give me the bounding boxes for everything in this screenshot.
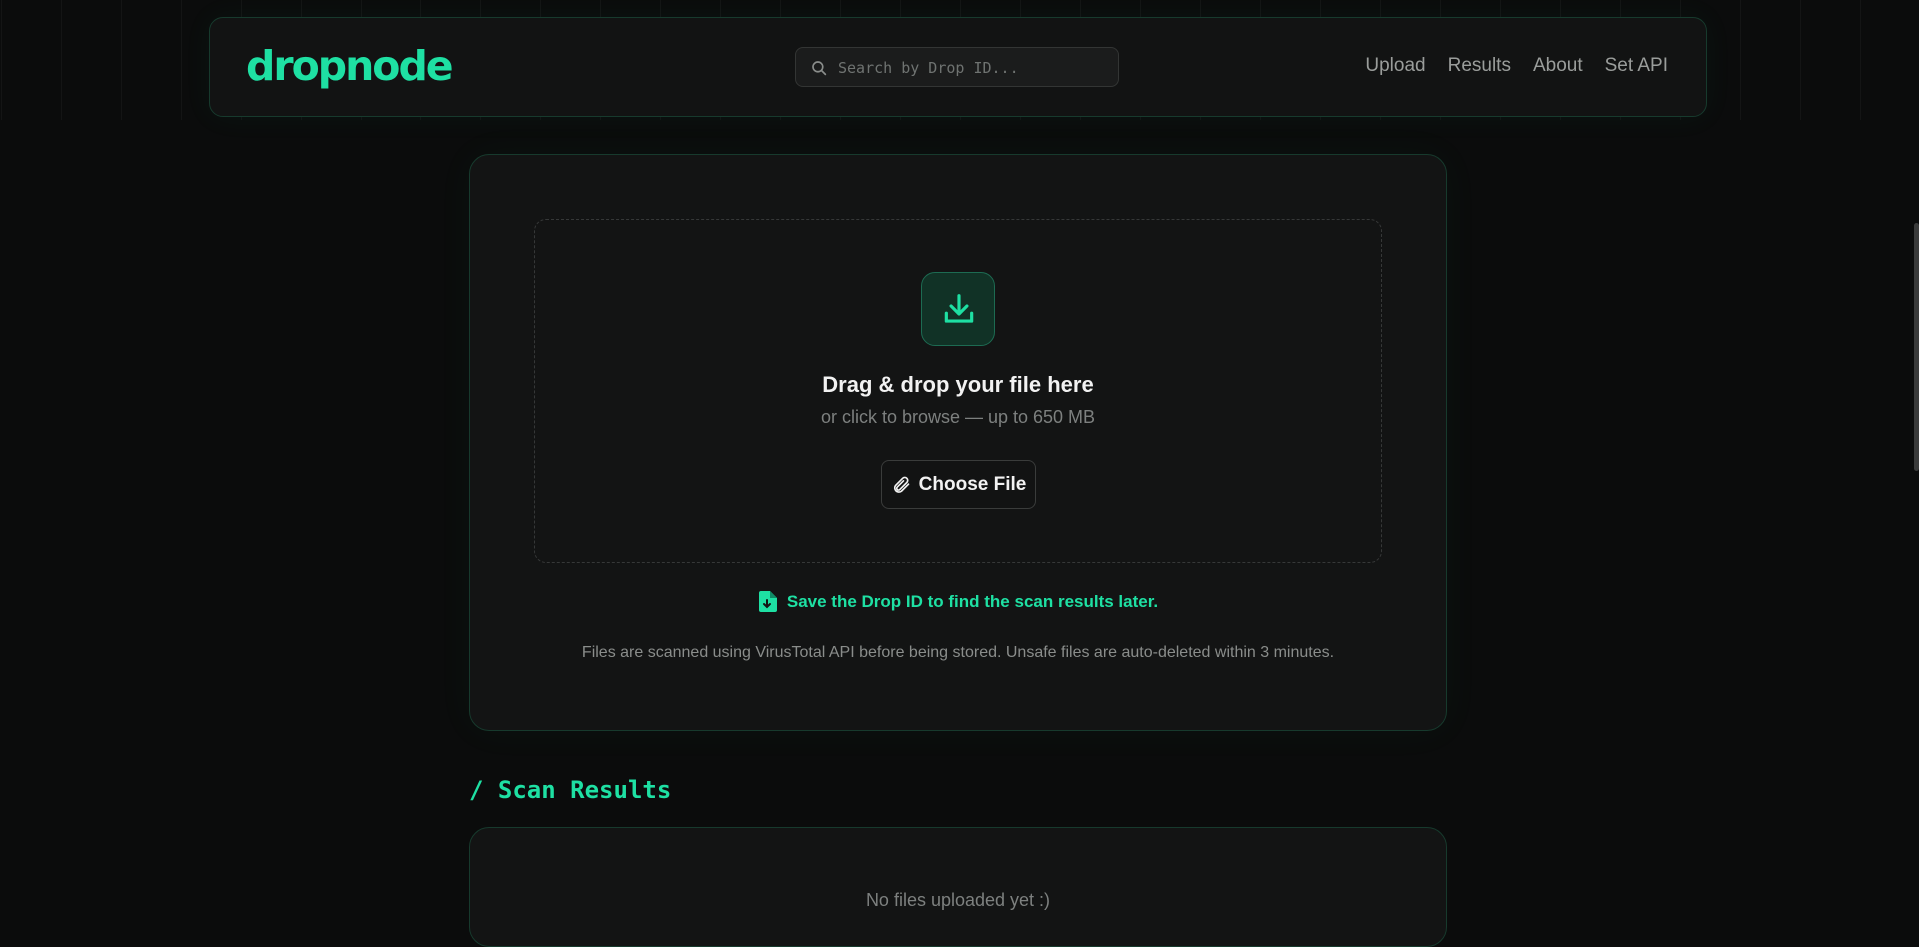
download-icon-box (921, 272, 995, 346)
scrollbar-thumb[interactable] (1914, 223, 1919, 471)
choose-file-button[interactable]: Choose File (881, 460, 1036, 509)
nav-links: Upload Results About Set API (1365, 55, 1668, 77)
save-note: Save the Drop ID to find the scan result… (470, 591, 1446, 612)
search-input[interactable] (836, 48, 1110, 88)
empty-results-text: No files uploaded yet :) (865, 890, 1051, 910)
download-icon (944, 294, 974, 323)
navbar: dropnode Upload Results About Set API (209, 17, 1707, 117)
nav-link-results[interactable]: Results (1448, 55, 1511, 77)
search-icon (812, 61, 827, 76)
scan-info-text: Files are scanned using VirusTotal API b… (581, 644, 1335, 661)
file-icon (758, 591, 777, 612)
nav-link-about[interactable]: About (1533, 55, 1583, 77)
search-box[interactable] (795, 47, 1119, 88)
results-card: No files uploaded yet :) (469, 827, 1447, 947)
dropzone-title: Drag & drop your file here (822, 372, 1094, 397)
paperclip-icon (893, 476, 909, 493)
choose-file-label: Choose File (918, 473, 1027, 495)
nav-link-upload[interactable]: Upload (1365, 55, 1425, 77)
dropzone-subtitle: or click to browse — up to 650 MB (820, 407, 1096, 427)
upload-card: Drag & drop your file here or click to b… (469, 154, 1447, 731)
nav-link-set-api[interactable]: Set API (1605, 55, 1668, 77)
save-note-text: Save the Drop ID to find the scan result… (786, 591, 1159, 611)
dropzone[interactable]: Drag & drop your file here or click to b… (534, 219, 1382, 563)
logo[interactable]: dropnode (246, 42, 454, 90)
scan-results-title: / Scan Results (469, 776, 672, 804)
